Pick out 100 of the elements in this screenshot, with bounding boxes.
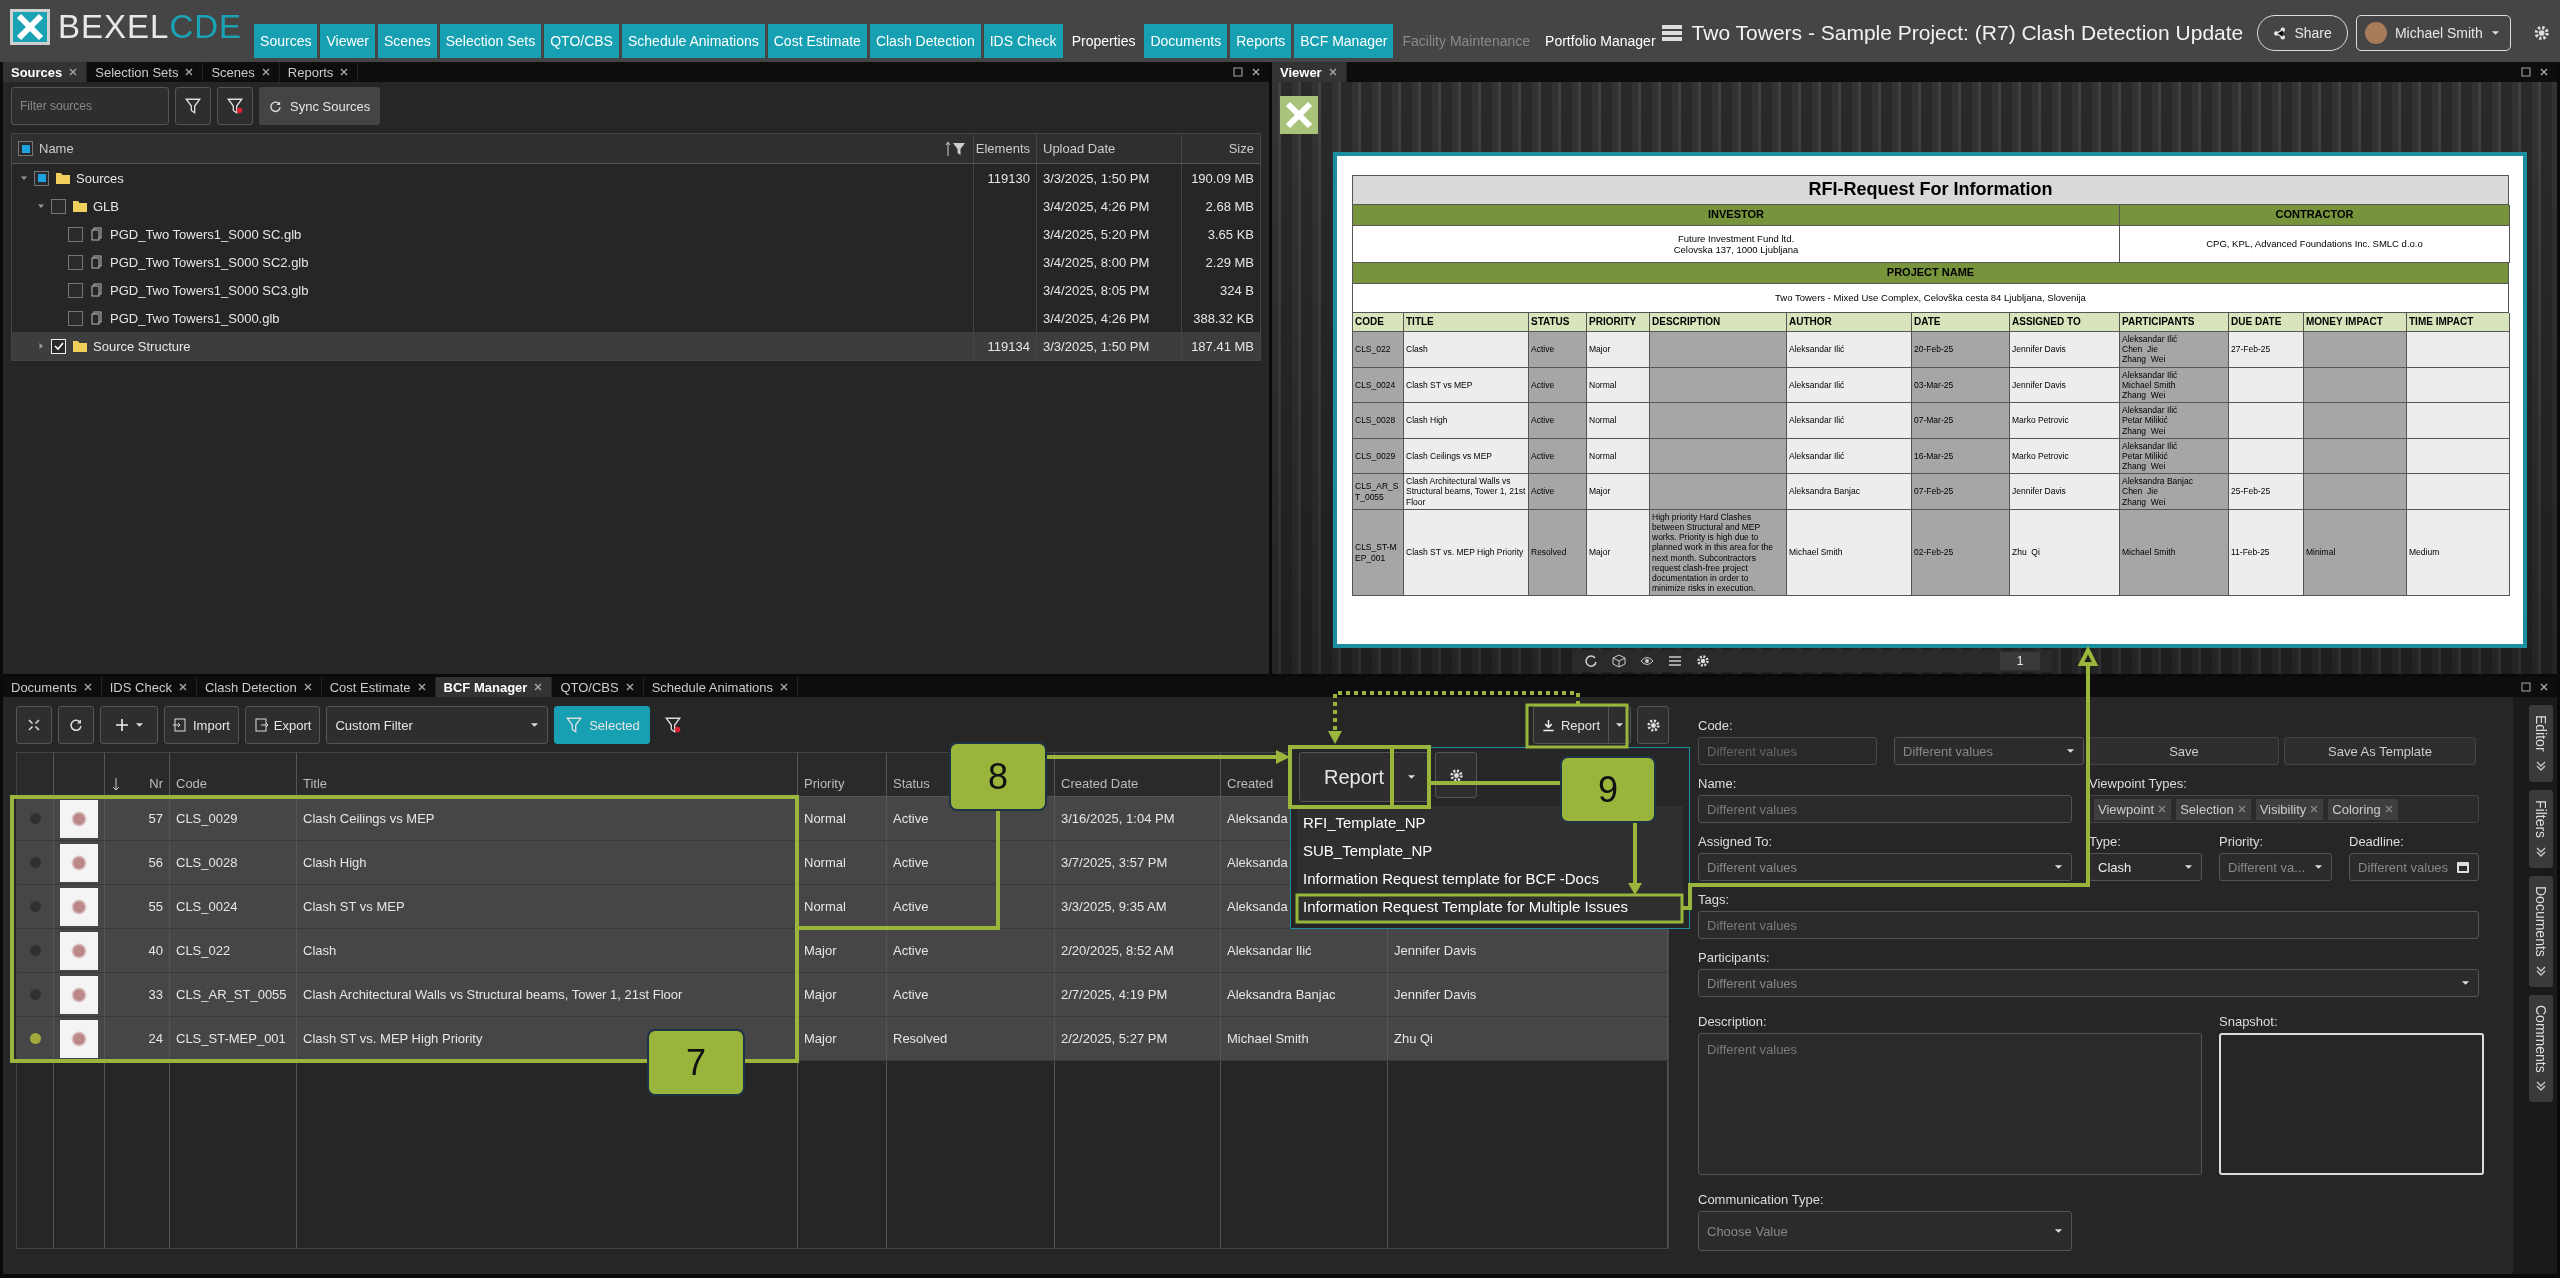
- close-icon[interactable]: [339, 67, 350, 77]
- close-icon[interactable]: [533, 682, 544, 692]
- close-icon[interactable]: [779, 682, 790, 692]
- settings-icon[interactable]: [1448, 767, 1464, 783]
- tree-item-label[interactable]: Sources: [76, 170, 124, 186]
- close-icon[interactable]: [624, 682, 635, 692]
- menu-item[interactable]: SUB_Template_NP: [1303, 841, 1677, 859]
- checkbox[interactable]: [68, 310, 83, 326]
- close-icon[interactable]: [2539, 67, 2549, 77]
- column-header[interactable]: Nr: [149, 776, 163, 791]
- side-tab[interactable]: Documents: [2529, 875, 2553, 987]
- user-menu-button[interactable]: Michael Smith: [2355, 15, 2511, 51]
- tags-field[interactable]: Different values: [1698, 911, 2479, 939]
- date-field[interactable]: Different values: [2349, 853, 2479, 881]
- tree-item-label[interactable]: Source Structure: [93, 338, 191, 354]
- tag-chip[interactable]: Selection: [2176, 798, 2251, 820]
- list-icon[interactable]: [1668, 654, 1682, 668]
- tree-item-label[interactable]: PGD_Two Towers1_S000 SC3.glb: [110, 282, 309, 298]
- remove-icon[interactable]: [2383, 804, 2394, 814]
- dropdown[interactable]: Different va...: [2219, 853, 2332, 881]
- cube-icon[interactable]: [1612, 654, 1626, 668]
- menu-item[interactable]: Information Request template for BCF -Docs: [1303, 869, 1677, 887]
- column-header[interactable]: Upload Date: [1043, 141, 1116, 156]
- export-button[interactable]: Export: [244, 706, 321, 744]
- panel-tab[interactable]: Sources: [3, 62, 88, 82]
- clear-filter-button[interactable]: [217, 87, 253, 125]
- filter-dropdown[interactable]: Custom Filter: [326, 706, 549, 744]
- checkbox[interactable]: [18, 141, 33, 156]
- column-header[interactable]: Created: [1227, 776, 1274, 791]
- column-header[interactable]: Code: [176, 776, 208, 791]
- close-icon[interactable]: [177, 682, 188, 692]
- tree-item-label[interactable]: PGD_Two Towers1_S000.glb: [110, 310, 280, 326]
- checkbox[interactable]: [51, 198, 66, 214]
- tab-label[interactable]: BCF Manager: [443, 679, 528, 695]
- panel-tab[interactable]: Scenes: [203, 62, 280, 82]
- remove-icon[interactable]: [2309, 804, 2320, 814]
- settings-icon[interactable]: [1645, 717, 1661, 733]
- tab-label[interactable]: Cost Estimate: [329, 679, 411, 695]
- column-header[interactable]: Name: [39, 141, 74, 156]
- checkbox[interactable]: [34, 170, 49, 186]
- rotate-icon[interactable]: [1584, 654, 1598, 668]
- sort-arrow-icon[interactable]: [111, 777, 121, 791]
- close-icon[interactable]: [260, 67, 271, 77]
- column-header[interactable]: Size: [1228, 141, 1254, 156]
- maximize-icon[interactable]: [2521, 67, 2531, 77]
- save-button[interactable]: Save: [2089, 737, 2279, 765]
- filter-field[interactable]: Filter sources: [11, 87, 169, 125]
- maximize-icon[interactable]: [2521, 682, 2531, 692]
- close-icon[interactable]: [2539, 682, 2549, 692]
- collapse-button[interactable]: [16, 706, 52, 744]
- remove-icon[interactable]: [2157, 804, 2168, 814]
- tag-chip[interactable]: Coloring: [2328, 798, 2398, 820]
- dropdown[interactable]: Different values: [1698, 853, 2072, 881]
- tree-item-label[interactable]: PGD_Two Towers1_S000 SC2.glb: [110, 254, 309, 270]
- tab-label[interactable]: Selection Sets: [95, 64, 179, 80]
- save-template-button[interactable]: Save As Template: [2284, 737, 2476, 765]
- name-field[interactable]: Different values: [1698, 795, 2072, 823]
- dropdown[interactable]: Different values: [1894, 737, 2084, 765]
- checkbox[interactable]: [68, 282, 83, 298]
- checkbox[interactable]: [68, 226, 83, 242]
- column-header[interactable]: Created Date: [1061, 776, 1139, 791]
- tab-label[interactable]: Reports: [287, 64, 334, 80]
- tree-item-label[interactable]: GLB: [93, 198, 119, 214]
- close-icon[interactable]: [82, 682, 93, 692]
- panel-tab[interactable]: Viewer: [1272, 62, 1347, 82]
- column-header[interactable]: Elements: [975, 141, 1030, 156]
- close-icon[interactable]: [302, 682, 313, 692]
- side-tab[interactable]: Editor: [2529, 705, 2553, 782]
- tab-label[interactable]: Viewer: [1280, 64, 1322, 80]
- close-icon[interactable]: [1251, 67, 1261, 77]
- eye-icon[interactable]: [1640, 654, 1654, 668]
- close-icon[interactable]: [416, 682, 427, 692]
- remove-icon[interactable]: [2236, 804, 2247, 814]
- tab-label[interactable]: Schedule Animations: [651, 679, 774, 695]
- column-header[interactable]: Status: [893, 776, 930, 791]
- tab-label[interactable]: Documents: [11, 679, 77, 695]
- calendar-icon[interactable]: [2456, 860, 2470, 874]
- tag-chip[interactable]: Viewpoint: [2094, 798, 2172, 820]
- column-header[interactable]: Title: [303, 776, 328, 791]
- tab-label[interactable]: Clash Detection: [204, 679, 297, 695]
- menu-item[interactable]: Information Request Template for Multiple Issues: [1303, 897, 1677, 915]
- close-icon[interactable]: [1327, 67, 1338, 77]
- sort-filter-icon[interactable]: [945, 140, 967, 157]
- snapshot-box[interactable]: [2219, 1033, 2484, 1175]
- viewpoint-types-field[interactable]: Viewpoint Selection Visibility Coloring: [2089, 795, 2479, 823]
- refresh-button[interactable]: [58, 706, 94, 744]
- sync-button[interactable]: Sync Sources: [259, 87, 381, 125]
- import-button[interactable]: Import: [164, 706, 239, 744]
- tag-chip[interactable]: Visibility: [2255, 798, 2324, 820]
- settings-button[interactable]: [1637, 706, 1669, 744]
- dropdown[interactable]: Clash: [2089, 853, 2202, 881]
- dropdown[interactable]: Different values: [1698, 969, 2479, 997]
- maximize-icon[interactable]: [1233, 67, 1243, 77]
- close-icon[interactable]: [68, 67, 79, 77]
- tree-item-label[interactable]: PGD_Two Towers1_S000 SC.glb: [110, 226, 302, 242]
- panel-tab[interactable]: BCF Manager: [435, 677, 553, 697]
- code-field[interactable]: Different values: [1698, 737, 1877, 765]
- dropdown[interactable]: Choose Value: [1698, 1211, 2072, 1251]
- description-field[interactable]: Different values: [1698, 1033, 2202, 1175]
- settings-button[interactable]: [1435, 752, 1477, 798]
